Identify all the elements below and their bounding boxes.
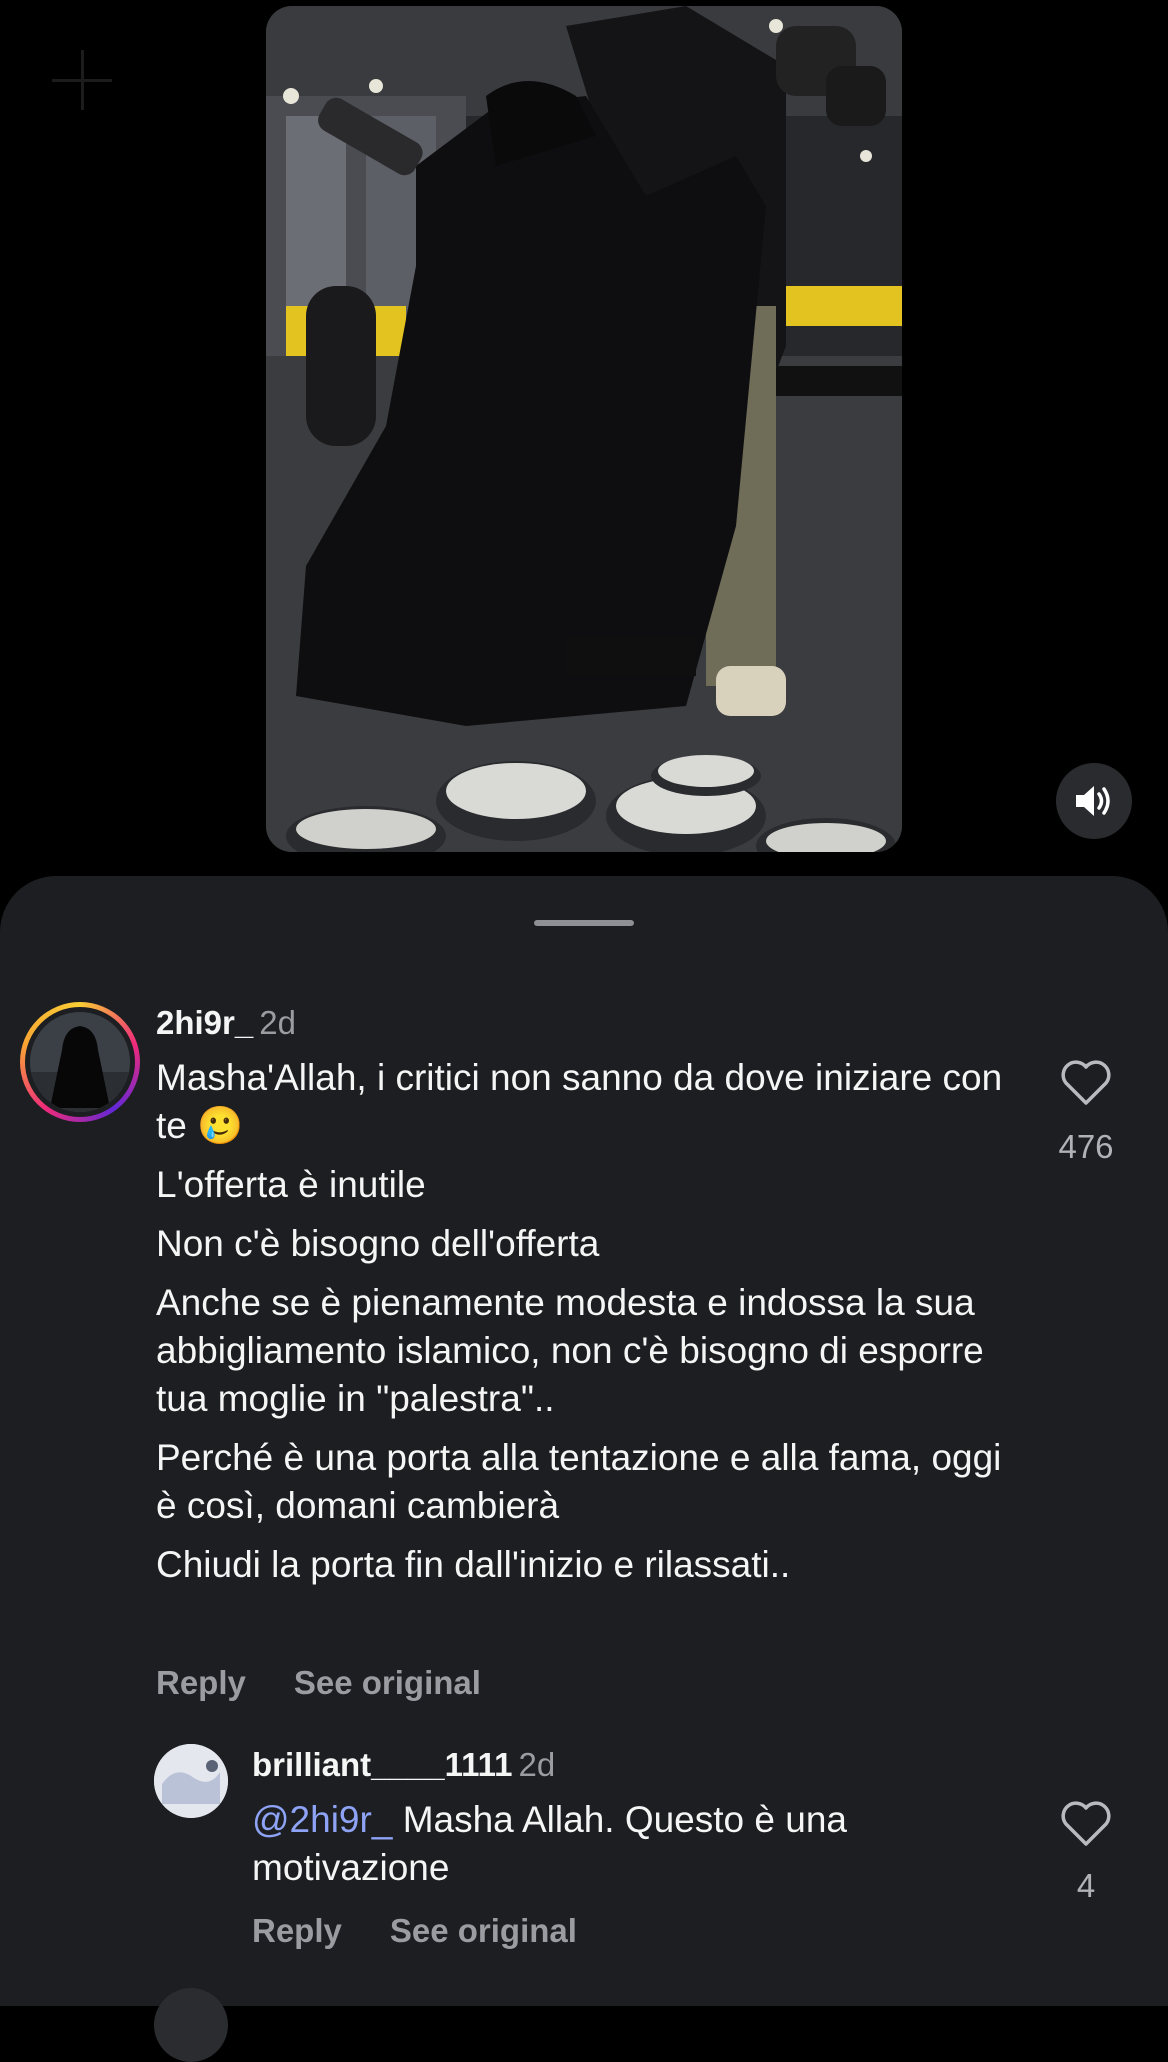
heart-icon[interactable] <box>1060 1801 1112 1847</box>
mention-link[interactable]: @2hi9r_ <box>252 1799 392 1840</box>
comment-paragraph: Masha'Allah, i critici non sanno da dove… <box>156 1057 1003 1146</box>
reply-button[interactable]: Reply <box>156 1664 246 1701</box>
next-comment-avatar[interactable] <box>154 1988 228 2062</box>
comment-username[interactable]: brilliant____1111 <box>252 1746 513 1783</box>
comment-text: @2hi9r_ Masha Allah. Questo è una motiva… <box>252 1796 992 1903</box>
see-original-button[interactable]: See original <box>294 1664 481 1701</box>
avatar-image <box>154 1744 228 1818</box>
drag-handle[interactable] <box>534 920 634 926</box>
avatar[interactable] <box>30 1012 130 1112</box>
comment-paragraph: Chiudi la porta fin dall'inizio e rilass… <box>156 1544 791 1585</box>
comment-text: Masha'Allah, i critici non sanno da dove… <box>156 1054 1016 1600</box>
comment-username[interactable]: 2hi9r_ <box>156 1004 253 1041</box>
comment-time: 2d <box>259 1004 296 1041</box>
comment-paragraph: Non c'è bisogno dell'offerta <box>156 1223 600 1264</box>
see-original-button[interactable]: See original <box>390 1912 577 1949</box>
plus-icon <box>52 50 112 110</box>
comment-time: 2d <box>518 1746 556 1783</box>
like-count: 4 <box>1076 1867 1096 1904</box>
comment-paragraph: Perché è una porta alla tentazione e all… <box>156 1437 1002 1526</box>
video-frame <box>266 6 902 852</box>
like-count: 476 <box>1058 1128 1114 1165</box>
speaker-icon <box>1076 786 1110 816</box>
avatar[interactable] <box>154 1744 228 1818</box>
comments-sheet: 2hi9r_ 2d Masha'Allah, i critici non sann… <box>0 876 1168 2062</box>
comment-paragraph: L'offerta è inutile <box>156 1164 426 1205</box>
comment-paragraph: Anche se è pienamente modesta e indossa … <box>156 1282 984 1419</box>
reply-button[interactable]: Reply <box>252 1912 342 1949</box>
heart-icon[interactable] <box>1060 1060 1112 1106</box>
mute-button[interactable] <box>1056 763 1132 839</box>
video-player[interactable] <box>266 6 902 852</box>
avatar-image <box>30 1012 130 1112</box>
